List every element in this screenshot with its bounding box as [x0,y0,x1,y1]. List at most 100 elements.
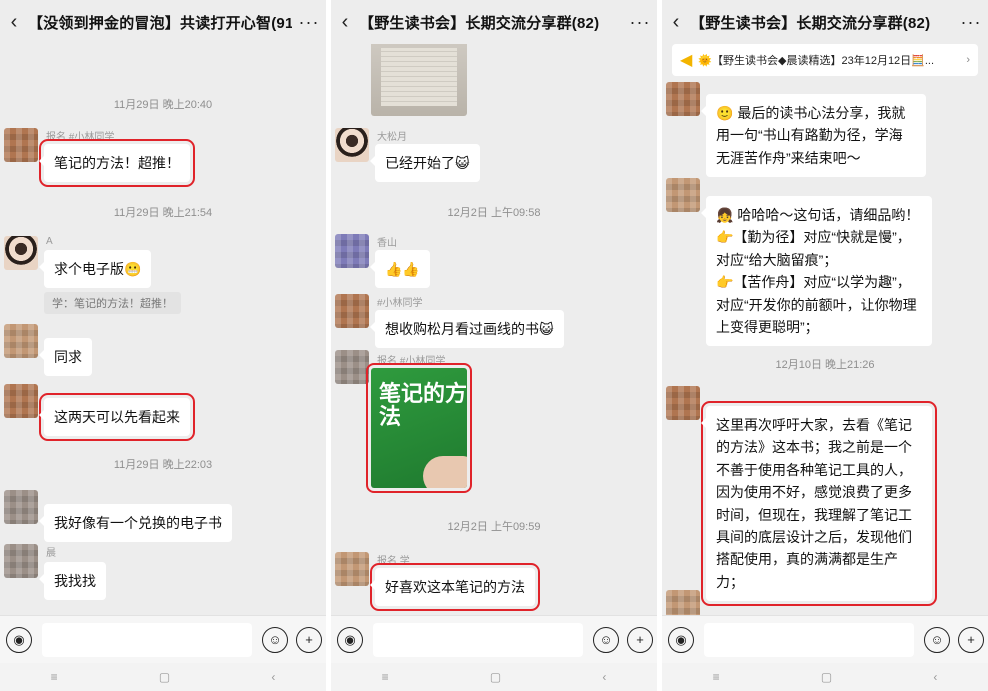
avatar[interactable] [666,82,700,116]
pinned-announcement[interactable]: ◀ 🌞【野生读书会◆晨读精选】23年12月12日🧮... › [672,44,978,76]
avatar[interactable] [335,234,369,268]
book-cover: 笔记的方法 [371,368,467,488]
chat-panel-1: ‹ 【没领到押金的冒泡】共读打开心智(91) ··· 11月29日 晚上20:4… [0,0,326,691]
chat-header: ‹ 【野生读书会】长期交流分享群(82) ··· [331,0,657,44]
timestamp: 12月2日 上午09:59 [447,521,541,533]
emoji-icon[interactable]: ☺ [924,626,950,653]
message-bubble[interactable]: 好喜欢这本笔记的方法 [370,562,540,612]
nav-back-icon[interactable]: ‹ [933,670,937,684]
chat-title: 【没领到押金的冒泡】共读打开心智(91) [28,14,292,32]
timestamp: 11月29日 晚上22:03 [113,459,213,471]
message-bubble[interactable]: 同求 [39,338,92,377]
avatar[interactable] [4,490,38,524]
more-icon[interactable]: ··· [954,12,988,33]
emoji-icon[interactable]: ☺ [262,626,288,653]
chevron-right-icon: › [966,54,970,66]
message-bubble[interactable]: 笔记的方法！超推！ [39,138,195,188]
message-bubble[interactable]: 求个电子版😬 [38,250,152,289]
menu-icon[interactable]: ≡ [382,670,389,684]
back-icon[interactable]: ‹ [0,11,28,34]
speaker-icon: ◀ [680,52,693,69]
avatar[interactable] [4,324,38,358]
nickname: 晨 [46,548,56,559]
avatar[interactable] [666,178,700,212]
chat-title: 【野生读书会】长期交流分享群(82) [359,14,600,32]
system-navbar: ≡ ▢ ‹ [331,663,657,691]
more-icon[interactable]: ··· [292,12,326,33]
system-navbar: ≡ ▢ ‹ [0,663,326,691]
more-icon[interactable]: ··· [623,12,657,33]
message-input[interactable] [704,622,914,657]
avatar[interactable] [4,128,38,162]
book-page-photo [371,40,467,116]
chat-panel-2: ‹ 【野生读书会】长期交流分享群(82) ··· 大松月 已经开始了😺 12月2… [331,0,657,691]
voice-icon[interactable]: ◉ [6,626,32,653]
voice-icon[interactable]: ◉ [337,626,363,653]
message-line: 👉【勤为径】对应“快就是慢”，对应“给大脑留痕”； [716,229,911,268]
nickname: A [46,236,53,247]
timestamp: 12月2日 上午09:58 [447,207,541,219]
message-bubble[interactable]: 👍👍 [370,250,430,289]
avatar[interactable] [4,236,38,270]
nickname: 报名 学 [377,556,410,567]
emoji-icon[interactable]: ☺ [593,626,619,653]
avatar[interactable] [4,544,38,578]
back-icon[interactable]: ‹ [662,11,690,34]
input-bar: ◉ ☺ + [662,615,988,663]
chat-header: ‹ 【没领到押金的冒泡】共读打开心智(91) ··· [0,0,326,44]
plus-icon[interactable]: + [627,626,653,653]
nickname: 大松月 [377,132,407,143]
message-line: 👧 哈哈哈～这句话，请细品哟！ [716,207,920,223]
plus-icon[interactable]: + [958,626,984,653]
message-bubble[interactable]: 已经开始了😺 [370,144,480,183]
chat-title: 【野生读书会】长期交流分享群(82) [690,14,931,32]
announcement-text: 🌞【野生读书会◆晨读精选】23年12月12日🧮... [698,55,935,67]
message-line: 👉【苦作舟】对应“以学为趣”，对应“开发你的前额叶，让你物理上变得更聪明”； [716,274,917,335]
hand-image [423,456,467,488]
image-message[interactable]: 笔记的方法 [366,363,472,493]
nickname: 报名 #小林同学 [377,356,446,367]
back-icon[interactable]: ‹ [331,11,359,34]
nickname: #小林同学 [377,298,423,309]
menu-icon[interactable]: ≡ [713,670,720,684]
avatar[interactable] [4,384,38,418]
avatar[interactable] [335,350,369,384]
system-navbar: ≡ ▢ ‹ [662,663,988,691]
message-bubble[interactable]: 这里再次呼吁大家，去看《笔记的方法》这本书；我之前是一个不善于使用各种笔记工具的… [701,400,937,607]
book-title: 笔记的方法 [379,381,467,430]
input-bar: ◉ ☺ + [331,615,657,663]
message-bubble[interactable]: 这两天可以先看起来 [39,392,195,442]
home-icon[interactable]: ▢ [821,670,832,684]
message-bubble[interactable]: 我好像有一个兑换的电子书 [39,504,232,543]
message-list[interactable]: 大松月 已经开始了😺 12月2日 上午09:58 香山 👍👍 #小林同学 想收购… [331,40,657,615]
chat-header: ‹ 【野生读书会】长期交流分享群(82) ··· [662,0,988,44]
message-bubble[interactable]: 我找找 [39,562,106,601]
menu-icon[interactable]: ≡ [51,670,58,684]
message-bubble[interactable]: 👧 哈哈哈～这句话，请细品哟！ 👉【勤为径】对应“快就是慢”，对应“给大脑留痕”… [701,196,932,347]
nav-back-icon[interactable]: ‹ [271,670,275,684]
message-bubble[interactable]: 🙂 最后的读书心法分享，我就用一句“书山有路勤为径，学海无涯苦作舟”来结束吧～ [701,94,926,178]
quoted-message[interactable]: 学：笔记的方法！超推！ [44,292,181,314]
message-input[interactable] [373,622,583,657]
nickname: 香山 [377,238,397,249]
home-icon[interactable]: ▢ [490,670,501,684]
timestamp: 12月10日 晚上21:26 [775,359,875,371]
nav-back-icon[interactable]: ‹ [602,670,606,684]
avatar[interactable] [335,128,369,162]
home-icon[interactable]: ▢ [159,670,170,684]
nickname: 报名 #小林同学 [46,132,115,143]
plus-icon[interactable]: + [296,626,322,653]
image-message[interactable] [371,40,467,116]
chat-panel-3: ‹ 【野生读书会】长期交流分享群(82) ··· ◀ 🌞【野生读书会◆晨读精选】… [662,0,988,691]
message-input[interactable] [42,622,252,657]
avatar[interactable] [335,552,369,586]
input-bar: ◉ ☺ + [0,615,326,663]
message-list[interactable]: 🙂 最后的读书心法分享，我就用一句“书山有路勤为径，学海无涯苦作舟”来结束吧～ … [662,44,988,624]
voice-icon[interactable]: ◉ [668,626,694,653]
timestamp: 11月29日 晚上20:40 [113,99,213,111]
timestamp: 11月29日 晚上21:54 [113,207,213,219]
message-list[interactable]: 11月29日 晚上20:40 报名 #小林同学 笔记的方法！超推！ 11月29日… [0,44,326,615]
message-bubble[interactable]: 想收购松月看过画线的书😺 [370,310,564,349]
avatar[interactable] [335,294,369,328]
avatar[interactable] [666,386,700,420]
